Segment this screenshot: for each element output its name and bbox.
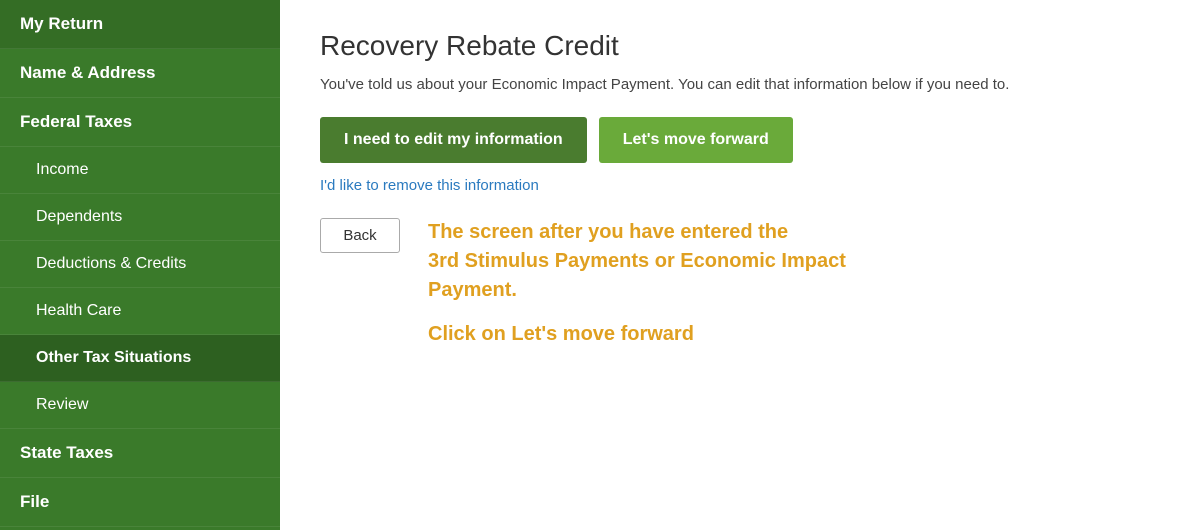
sidebar-item-deductions-credits[interactable]: Deductions & Credits [0,241,280,288]
back-row: Back The screen after you have entered t… [320,218,1160,346]
sidebar: My ReturnName & AddressFederal TaxesInco… [0,0,280,530]
sidebar-item-my-return[interactable]: My Return [0,0,280,49]
sidebar-item-health-care[interactable]: Health Care [0,288,280,335]
sidebar-item-name-address[interactable]: Name & Address [0,49,280,98]
sidebar-item-review[interactable]: Review [0,382,280,429]
sidebar-item-state-taxes[interactable]: State Taxes [0,429,280,478]
main-content: Recovery Rebate Credit You've told us ab… [280,0,1200,530]
sidebar-item-file[interactable]: File [0,478,280,527]
annotation-block: The screen after you have entered the 3r… [428,218,846,346]
action-buttons: I need to edit my information Let's move… [320,117,1160,163]
sidebar-item-federal-taxes[interactable]: Federal Taxes [0,98,280,147]
page-description: You've told us about your Economic Impac… [320,74,1160,97]
sidebar-item-other-tax-situations[interactable]: Other Tax Situations [0,335,280,382]
edit-information-button[interactable]: I need to edit my information [320,117,587,163]
remove-information-link[interactable]: I'd like to remove this information [320,177,1160,194]
annotation-sub: Click on Let's move forward [428,323,846,346]
move-forward-button[interactable]: Let's move forward [599,117,793,163]
annotation-text: The screen after you have entered the 3r… [428,218,846,305]
sidebar-item-dependents[interactable]: Dependents [0,194,280,241]
back-button[interactable]: Back [320,218,400,253]
page-title: Recovery Rebate Credit [320,30,1160,62]
sidebar-item-income[interactable]: Income [0,147,280,194]
